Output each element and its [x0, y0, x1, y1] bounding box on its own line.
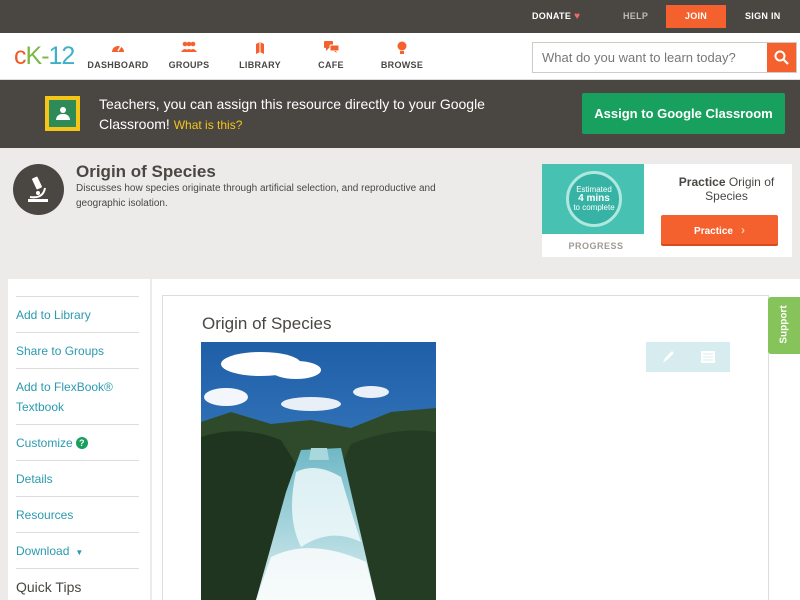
help-link[interactable]: HELP	[623, 0, 648, 33]
nav-groups[interactable]: GROUPS	[154, 41, 224, 70]
browse-icon	[367, 41, 437, 57]
page-title: Origin of Species	[76, 162, 216, 181]
practice-button-label: Practice	[694, 225, 733, 237]
nav-library[interactable]: LIBRARY	[225, 41, 295, 70]
notes-icon[interactable]	[698, 347, 718, 367]
search-input[interactable]	[533, 43, 767, 72]
chevron-right-icon: ›	[740, 222, 745, 237]
estimated-time-badge: Estimated 4 mins to complete	[566, 171, 622, 227]
sidebar-item-add-to-flexbook[interactable]: Add to FlexBook® Textbook	[16, 368, 139, 424]
dashboard-icon	[83, 41, 153, 57]
sidebar-item-details[interactable]: Details	[16, 460, 139, 496]
search-icon	[774, 50, 789, 65]
annotation-toolbar	[646, 342, 730, 372]
nav-cafe[interactable]: CAFE	[296, 41, 366, 70]
practice-card: Estimated 4 mins to complete PROGRESS Pr…	[542, 164, 792, 257]
join-button[interactable]: JOIN	[666, 5, 726, 28]
donate-link[interactable]: DONATE ♥	[532, 0, 580, 33]
ck12-logo[interactable]: cK-12	[14, 42, 76, 71]
what-is-this-link[interactable]: What is this?	[174, 118, 243, 132]
estimated-mins: 4 mins	[578, 193, 610, 204]
sidebar: Add to Library Share to Groups Add to Fl…	[8, 279, 150, 600]
heart-icon: ♥	[574, 11, 581, 22]
practice-button[interactable]: Practice ›	[661, 215, 778, 244]
nav-library-label: LIBRARY	[239, 60, 281, 70]
progress-graphic: Estimated 4 mins to complete	[542, 164, 644, 234]
google-classroom-banner: Teachers, you can assign this resource d…	[0, 80, 800, 148]
search-button[interactable]	[767, 43, 796, 72]
sidebar-item-share-to-groups[interactable]: Share to Groups	[16, 332, 139, 368]
page-description: Discusses how species originate through …	[76, 183, 436, 209]
nav-browse[interactable]: BROWSE	[367, 41, 437, 70]
practice-title-bold: Practice	[678, 175, 726, 189]
sign-in-link[interactable]: SIGN IN	[745, 0, 781, 33]
logo-dash: -	[41, 42, 49, 70]
cafe-icon	[296, 41, 366, 57]
donate-label: DONATE	[532, 11, 572, 21]
banner-message: Teachers, you can assign this resource d…	[99, 96, 485, 132]
estimated-to-complete: to complete	[573, 203, 615, 212]
progress-label: PROGRESS	[568, 241, 624, 251]
quick-tips-heading: Quick Tips	[16, 568, 139, 600]
download-label: Download	[16, 544, 70, 558]
assign-to-google-classroom-button[interactable]: Assign to Google Classroom	[582, 93, 785, 134]
help-icon[interactable]: ?	[75, 437, 88, 449]
content-title: Origin of Species	[202, 314, 332, 333]
pencil-icon[interactable]	[658, 347, 678, 367]
logo-12: 12	[48, 42, 76, 70]
support-label: Support	[778, 305, 790, 344]
logo-k: K	[25, 42, 43, 70]
nav-dashboard-label: DASHBOARD	[87, 60, 149, 70]
sidebar-item-add-to-library[interactable]: Add to Library	[16, 296, 139, 332]
nav-dashboard[interactable]: DASHBOARD	[83, 41, 153, 70]
logo-c: c	[14, 42, 26, 70]
support-tab[interactable]: Support	[768, 297, 800, 354]
river-photo	[201, 342, 436, 600]
search-box	[532, 42, 797, 73]
nav-groups-label: GROUPS	[168, 60, 210, 70]
nav-browse-label: BROWSE	[380, 60, 424, 70]
top-bar: DONATE ♥ HELP JOIN SIGN IN	[0, 0, 800, 33]
library-icon	[225, 41, 295, 57]
sidebar-item-resources[interactable]: Resources	[16, 496, 139, 532]
caret-down-icon: ▼	[75, 548, 84, 557]
google-classroom-icon	[45, 96, 80, 131]
microscope-icon	[13, 164, 64, 215]
sidebar-item-download[interactable]: Download ▼	[16, 532, 139, 568]
customize-label: Customize	[16, 436, 73, 450]
main-nav: cK-12 DASHBOARD GROUPS LIBRARY CAFE BROW…	[0, 33, 800, 80]
banner-text: Teachers, you can assign this resource d…	[99, 94, 529, 135]
nav-cafe-label: CAFE	[318, 60, 344, 70]
practice-title: Practice Origin of Species	[661, 175, 792, 203]
groups-icon	[154, 41, 224, 57]
sidebar-item-customize[interactable]: Customize?	[16, 424, 139, 460]
